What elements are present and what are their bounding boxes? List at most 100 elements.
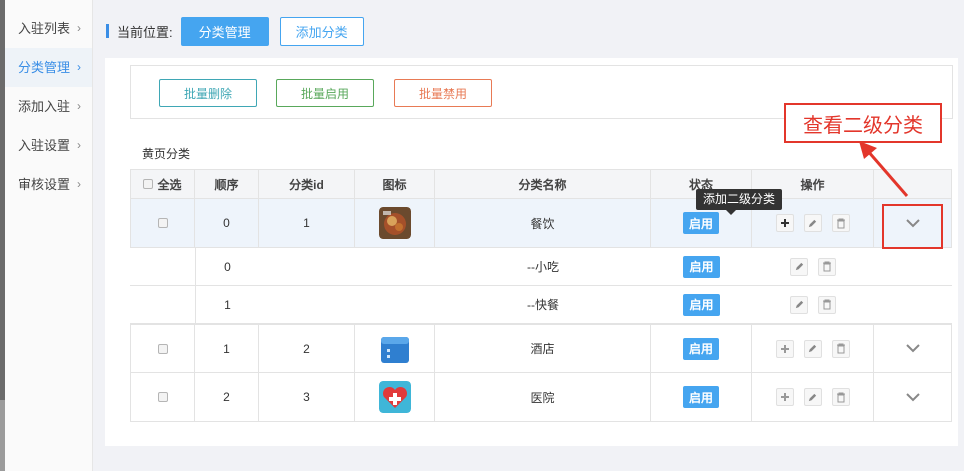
sidebar-item-label: 入驻设置 xyxy=(18,138,71,153)
food-photo-icon xyxy=(378,207,411,239)
row-id: 3 xyxy=(259,373,355,421)
table-header: 全选 顺序 分类id 图标 分类名称 状态 操作 xyxy=(130,169,952,199)
edit-button[interactable] xyxy=(803,388,822,406)
row-name: 医院 xyxy=(435,373,651,421)
pencil-icon xyxy=(795,262,803,271)
table-row: 2 3 医院 启用 xyxy=(130,373,952,422)
row-name: 酒店 xyxy=(435,325,651,372)
chevron-right-icon: › xyxy=(77,21,81,35)
sidebar-item-label: 分类管理 xyxy=(18,60,71,75)
sidebar-item-add-settle[interactable]: 添加入驻 › xyxy=(5,87,92,126)
sidebar-item-category-manage[interactable]: 分类管理 › xyxy=(5,48,92,87)
chevron-down-icon[interactable] xyxy=(905,344,920,353)
status-badge[interactable]: 启用 xyxy=(682,212,719,234)
annotation-arrow-icon xyxy=(859,141,909,197)
row-status-cell: 启用 xyxy=(651,248,752,285)
main-content: 当前位置: 分类管理 添加分类 批量删除 批量启用 批量禁用 黄页分类 全选 顺… xyxy=(94,0,964,471)
status-badge[interactable]: 启用 xyxy=(683,293,720,316)
chevron-right-icon: › xyxy=(77,138,81,152)
edit-button[interactable] xyxy=(790,295,808,314)
plus-icon xyxy=(780,393,789,401)
status-badge[interactable]: 启用 xyxy=(682,386,719,408)
pencil-icon xyxy=(808,344,817,353)
batch-disable-button[interactable]: 批量禁用 xyxy=(394,79,492,107)
row-order: 1 xyxy=(195,325,259,372)
row-actions xyxy=(752,373,874,421)
row-order: 1 xyxy=(195,286,259,323)
hotel-building-icon xyxy=(380,336,409,363)
header-icon: 图标 xyxy=(355,170,435,198)
pencil-icon xyxy=(795,300,803,309)
annotation-callout: 查看二级分类 xyxy=(784,103,942,143)
annotation-highlight-frame xyxy=(882,204,943,249)
delete-button[interactable] xyxy=(831,214,850,232)
row-icon-cell xyxy=(355,199,435,247)
add-subcategory-button[interactable] xyxy=(775,214,794,232)
add-subcategory-button[interactable] xyxy=(775,388,794,406)
row-expand-cell xyxy=(874,325,952,372)
edit-button[interactable] xyxy=(803,214,822,232)
add-category-button[interactable]: 添加分类 xyxy=(279,16,364,46)
row-icon-cell xyxy=(355,373,435,421)
delete-button[interactable] xyxy=(818,257,836,276)
breadcrumb-marker xyxy=(106,24,109,38)
edit-button[interactable] xyxy=(790,257,808,276)
trash-icon xyxy=(836,343,845,354)
row-name: --小吃 xyxy=(527,260,559,274)
trash-icon xyxy=(823,261,831,272)
delete-button[interactable] xyxy=(831,339,850,358)
batch-enable-button[interactable]: 批量启用 xyxy=(276,79,374,107)
sidebar-item-settle-settings[interactable]: 入驻设置 › xyxy=(5,126,92,165)
table-row: 1 2 酒店 启用 xyxy=(130,324,952,373)
row-status-cell: 启用 xyxy=(651,373,752,421)
header-select-all[interactable]: 全选 xyxy=(130,170,195,198)
row-checkbox[interactable] xyxy=(157,218,168,228)
row-order: 0 xyxy=(195,248,259,285)
plus-icon xyxy=(780,344,789,353)
delete-button[interactable] xyxy=(818,295,836,314)
chevron-right-icon: › xyxy=(77,60,81,74)
sidebar-item-label: 审核设置 xyxy=(18,177,71,192)
medical-heart-icon xyxy=(378,381,411,413)
row-select-cell xyxy=(130,325,195,372)
add-subcategory-button[interactable] xyxy=(775,339,794,358)
pencil-icon xyxy=(808,219,817,227)
row-checkbox[interactable] xyxy=(157,392,168,402)
breadcrumb: 当前位置: 分类管理 添加分类 xyxy=(106,16,364,46)
section-title: 黄页分类 xyxy=(142,147,191,161)
row-actions xyxy=(752,248,874,285)
pencil-icon xyxy=(808,393,817,401)
row-status-cell: 启用 xyxy=(651,325,752,372)
chevron-right-icon: › xyxy=(77,177,81,191)
table-row-sub: 1 --快餐 启用 xyxy=(130,286,952,324)
sidebar-item-review-settings[interactable]: 审核设置 › xyxy=(5,165,92,204)
row-order: 2 xyxy=(195,373,259,421)
table-row-sub: 0 --小吃 启用 xyxy=(130,248,952,286)
plus-icon xyxy=(780,219,789,227)
status-badge[interactable]: 启用 xyxy=(683,255,720,278)
row-id: 2 xyxy=(259,325,355,372)
header-label: 全选 xyxy=(157,177,182,192)
header-id: 分类id xyxy=(259,170,355,198)
chevron-right-icon: › xyxy=(77,99,81,113)
row-order: 0 xyxy=(195,199,259,247)
sidebar-item-label: 添加入驻 xyxy=(18,99,71,114)
delete-button[interactable] xyxy=(831,388,850,406)
add-subcategory-tooltip: 添加二级分类 xyxy=(696,189,783,215)
status-badge[interactable]: 启用 xyxy=(682,337,719,360)
breadcrumb-label: 当前位置: xyxy=(117,24,173,40)
row-actions xyxy=(752,325,874,372)
row-checkbox[interactable] xyxy=(157,343,168,354)
category-manage-button[interactable]: 分类管理 xyxy=(180,16,269,46)
row-select-cell xyxy=(130,199,195,247)
batch-delete-button[interactable]: 批量删除 xyxy=(159,79,257,107)
row-expand-cell xyxy=(874,373,952,421)
chevron-down-icon[interactable] xyxy=(905,392,920,402)
trash-icon xyxy=(836,218,845,228)
select-all-checkbox[interactable] xyxy=(143,179,154,189)
row-icon-cell xyxy=(355,325,435,372)
edit-button[interactable] xyxy=(803,339,822,358)
sidebar-item-settle-list[interactable]: 入驻列表 › xyxy=(5,9,92,48)
header-order: 顺序 xyxy=(195,170,259,198)
row-select-cell xyxy=(130,373,195,421)
